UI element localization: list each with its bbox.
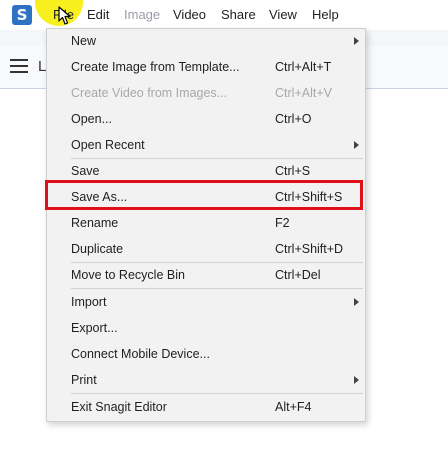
menu-item-exit-snagit-editor[interactable]: Exit Snagit Editor Alt+F4 xyxy=(47,395,365,419)
submenu-arrow-icon xyxy=(354,376,359,384)
menu-view[interactable]: View xyxy=(269,7,297,22)
menu-share[interactable]: Share xyxy=(221,7,256,22)
submenu-arrow-icon xyxy=(354,298,359,306)
snagit-app-icon[interactable]: S xyxy=(12,5,32,25)
menu-item-label: Rename xyxy=(71,216,119,230)
menu-item-duplicate[interactable]: Duplicate Ctrl+Shift+D xyxy=(47,237,365,261)
menu-item-label: Create Video from Images... xyxy=(71,86,228,100)
menu-item-shortcut: F2 xyxy=(275,216,290,230)
menu-item-shortcut: Ctrl+O xyxy=(275,112,312,126)
menu-item-label: Import xyxy=(71,295,107,309)
file-menu-dropdown: New Create Image from Template... Ctrl+A… xyxy=(46,28,366,422)
menu-item-export[interactable]: Export... xyxy=(47,316,365,340)
menu-item-label: Save xyxy=(71,164,100,178)
menu-item-rename[interactable]: Rename F2 xyxy=(47,211,365,235)
menu-item-label: Connect Mobile Device... xyxy=(71,347,210,361)
menu-item-shortcut: Ctrl+Shift+D xyxy=(275,242,344,256)
menu-video[interactable]: Video xyxy=(173,7,206,22)
menu-item-create-video-from-images[interactable]: Create Video from Images... Ctrl+Alt+V xyxy=(47,81,365,105)
menu-item-label: Open... xyxy=(71,112,112,126)
menu-item-shortcut: Alt+F4 xyxy=(275,400,312,414)
menu-edit[interactable]: Edit xyxy=(87,7,109,22)
menu-item-label: Export... xyxy=(71,321,118,335)
menu-bar: S File Edit Image Video Share View Help xyxy=(0,0,448,30)
menu-item-label: Duplicate xyxy=(71,242,124,256)
menu-item-label: Move to Recycle Bin xyxy=(71,268,185,282)
menu-item-label: New xyxy=(71,34,97,48)
hamburger-menu-icon[interactable] xyxy=(10,59,28,73)
menu-item-label: Print xyxy=(71,373,97,387)
menu-separator xyxy=(71,393,363,394)
menu-item-open-recent[interactable]: Open Recent xyxy=(47,133,365,157)
menu-item-shortcut: Ctrl+S xyxy=(275,164,311,178)
submenu-arrow-icon xyxy=(354,37,359,45)
mouse-cursor-icon xyxy=(58,6,71,25)
menu-item-open[interactable]: Open... Ctrl+O xyxy=(47,107,365,131)
menu-separator xyxy=(71,288,363,289)
submenu-arrow-icon xyxy=(354,141,359,149)
menu-image[interactable]: Image xyxy=(124,7,160,22)
save-as-highlight-box xyxy=(45,180,363,210)
menu-item-print[interactable]: Print xyxy=(47,368,365,392)
menu-item-shortcut: Ctrl+Alt+V xyxy=(275,86,332,100)
menu-item-label: Exit Snagit Editor xyxy=(71,400,167,414)
menu-item-shortcut: Ctrl+Del xyxy=(275,268,321,282)
menu-item-create-image-from-template[interactable]: Create Image from Template... Ctrl+Alt+T xyxy=(47,55,365,79)
menu-item-import[interactable]: Import xyxy=(47,290,365,314)
menu-item-connect-mobile-device[interactable]: Connect Mobile Device... xyxy=(47,342,365,366)
menu-item-label: Create Image from Template... xyxy=(71,60,240,74)
menu-item-new[interactable]: New xyxy=(47,29,365,53)
menu-item-label: Open Recent xyxy=(71,138,145,152)
menu-help[interactable]: Help xyxy=(312,7,339,22)
menu-item-shortcut: Ctrl+Alt+T xyxy=(275,60,332,74)
menu-item-move-to-recycle-bin[interactable]: Move to Recycle Bin Ctrl+Del xyxy=(47,263,365,287)
